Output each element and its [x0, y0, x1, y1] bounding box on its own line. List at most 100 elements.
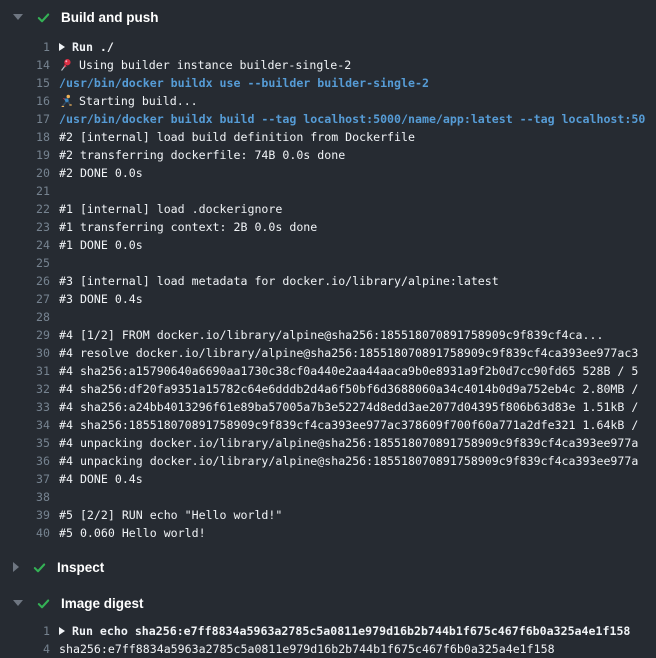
log-text: #1 DONE 0.0s — [59, 236, 143, 254]
log-text: #4 sha256:a24bb4013296f61e89ba57005a7b3e… — [59, 398, 638, 416]
log-text: sha256:e7ff8834a5963a2785c5a0811e979d16b… — [59, 640, 555, 658]
log-text: #4 sha256:df20fa9351a15782c64e6dddb2d4a6… — [59, 380, 638, 398]
line-number[interactable]: 21 — [0, 182, 50, 200]
chevron-down-icon[interactable] — [13, 14, 23, 20]
log-line[interactable]: 39 #5 [2/2] RUN echo "Hello world!" — [0, 506, 656, 524]
line-number[interactable]: 17 — [0, 110, 50, 128]
log-line[interactable]: 16 Starting build... — [0, 92, 656, 110]
line-number[interactable]: 1 — [0, 622, 50, 640]
section-title: Build and push — [61, 10, 159, 25]
section-header-inspect[interactable]: Inspect — [0, 556, 656, 578]
line-number[interactable]: 25 — [0, 254, 50, 272]
log-text: #3 DONE 0.4s — [59, 290, 143, 308]
log-line-text: #1 DONE 0.0s — [59, 236, 656, 254]
log-line[interactable]: 1 Run echo sha256:e7ff8834a5963a2785c5a0… — [0, 622, 656, 640]
line-number[interactable]: 29 — [0, 326, 50, 344]
line-number[interactable]: 26 — [0, 272, 50, 290]
log-line-text: #4 DONE 0.4s — [59, 470, 656, 488]
line-number[interactable]: 14 — [0, 56, 50, 74]
expander-triangle-icon[interactable] — [59, 627, 65, 635]
log-line[interactable]: 30 #4 resolve docker.io/library/alpine@s… — [0, 344, 656, 362]
chevron-down-icon[interactable] — [13, 600, 23, 606]
log-line[interactable]: 33 #4 sha256:a24bb4013296f61e89ba57005a7… — [0, 398, 656, 416]
line-number[interactable]: 39 — [0, 506, 50, 524]
log-text: /usr/bin/docker buildx build --tag local… — [59, 110, 645, 128]
section-header-build-and-push[interactable]: Build and push — [0, 6, 656, 28]
check-icon — [36, 596, 51, 611]
log-line[interactable]: 31 #4 sha256:a15790640a6690aa1730c38cf0a… — [0, 362, 656, 380]
line-number[interactable]: 20 — [0, 164, 50, 182]
line-number[interactable]: 22 — [0, 200, 50, 218]
log-line-text: /usr/bin/docker buildx use --builder bui… — [59, 74, 656, 92]
log-line[interactable]: 25 — [0, 254, 656, 272]
line-number[interactable]: 30 — [0, 344, 50, 362]
log-line[interactable]: 40 #5 0.060 Hello world! — [0, 524, 656, 542]
log-text: #2 transferring dockerfile: 74B 0.0s don… — [59, 146, 345, 164]
log-line[interactable]: 17 /usr/bin/docker buildx build --tag lo… — [0, 110, 656, 128]
log-line[interactable]: 14 Using builder instance builder-single… — [0, 56, 656, 74]
line-number[interactable]: 1 — [0, 38, 50, 56]
line-number[interactable]: 38 — [0, 488, 50, 506]
line-number[interactable]: 15 — [0, 74, 50, 92]
line-number[interactable]: 28 — [0, 308, 50, 326]
log-line-text: #4 unpacking docker.io/library/alpine@sh… — [59, 434, 656, 452]
log-text: #4 unpacking docker.io/library/alpine@sh… — [59, 452, 638, 470]
line-number[interactable]: 34 — [0, 416, 50, 434]
log-line[interactable]: 19 #2 transferring dockerfile: 74B 0.0s … — [0, 146, 656, 164]
section-header-image-digest[interactable]: Image digest — [0, 592, 656, 614]
log-line[interactable]: 24 #1 DONE 0.0s — [0, 236, 656, 254]
line-number[interactable]: 31 — [0, 362, 50, 380]
log-line-text: #4 [1/2] FROM docker.io/library/alpine@s… — [59, 326, 656, 344]
log-line[interactable]: 22 #1 [internal] load .dockerignore — [0, 200, 656, 218]
log-line[interactable]: 20 #2 DONE 0.0s — [0, 164, 656, 182]
log-line[interactable]: 18 #2 [internal] load build definition f… — [0, 128, 656, 146]
line-number[interactable]: 32 — [0, 380, 50, 398]
log-line[interactable]: 1 Run ./ — [0, 38, 656, 56]
log-line-text: #1 transferring context: 2B 0.0s done — [59, 218, 656, 236]
log-text: Using builder instance builder-single-2 — [79, 56, 351, 74]
log-line[interactable]: 27 #3 DONE 0.4s — [0, 290, 656, 308]
log-section-image-digest: Image digest 1 Run echo sha256:e7ff8834a… — [0, 592, 656, 658]
line-number[interactable]: 18 — [0, 128, 50, 146]
log-line[interactable]: 23 #1 transferring context: 2B 0.0s done — [0, 218, 656, 236]
log-line[interactable]: 15 /usr/bin/docker buildx use --builder … — [0, 74, 656, 92]
log-line[interactable]: 26 #3 [internal] load metadata for docke… — [0, 272, 656, 290]
log-text: #4 DONE 0.4s — [59, 470, 143, 488]
log-line[interactable]: 34 #4 sha256:185518070891758909c9f839cf4… — [0, 416, 656, 434]
chevron-right-icon[interactable] — [13, 562, 19, 572]
line-number[interactable]: 27 — [0, 290, 50, 308]
log-line-text: #2 transferring dockerfile: 74B 0.0s don… — [59, 146, 656, 164]
log-line-text: #5 [2/2] RUN echo "Hello world!" — [59, 506, 656, 524]
log-line-text: #3 DONE 0.4s — [59, 290, 656, 308]
log-line[interactable]: 37 #4 DONE 0.4s — [0, 470, 656, 488]
log-line[interactable]: 28 — [0, 308, 656, 326]
log-line[interactable]: 29 #4 [1/2] FROM docker.io/library/alpin… — [0, 326, 656, 344]
log-line-text: #4 sha256:a15790640a6690aa1730c38cf0a440… — [59, 362, 656, 380]
log-line-text: #4 sha256:df20fa9351a15782c64e6dddb2d4a6… — [59, 380, 656, 398]
log-line[interactable]: 4 sha256:e7ff8834a5963a2785c5a0811e979d1… — [0, 640, 656, 658]
log-text: #1 [internal] load .dockerignore — [59, 200, 282, 218]
line-number[interactable]: 40 — [0, 524, 50, 542]
log-line-text: #3 [internal] load metadata for docker.i… — [59, 272, 656, 290]
line-number[interactable]: 37 — [0, 470, 50, 488]
log-line[interactable]: 38 — [0, 488, 656, 506]
log-line-text: Run ./ — [59, 38, 656, 56]
log-line-text: Starting build... — [59, 92, 656, 110]
log-line[interactable]: 36 #4 unpacking docker.io/library/alpine… — [0, 452, 656, 470]
line-number[interactable]: 23 — [0, 218, 50, 236]
line-number[interactable]: 4 — [0, 640, 50, 658]
log-line[interactable]: 32 #4 sha256:df20fa9351a15782c64e6dddb2d… — [0, 380, 656, 398]
log-text: #3 [internal] load metadata for docker.i… — [59, 272, 499, 290]
log-line[interactable]: 21 — [0, 182, 656, 200]
expander-triangle-icon[interactable] — [59, 43, 65, 51]
line-number[interactable]: 24 — [0, 236, 50, 254]
line-number[interactable]: 36 — [0, 452, 50, 470]
log-text: /usr/bin/docker buildx use --builder bui… — [59, 74, 429, 92]
log-line[interactable]: 35 #4 unpacking docker.io/library/alpine… — [0, 434, 656, 452]
line-number[interactable]: 16 — [0, 92, 50, 110]
log-line-text: #1 [internal] load .dockerignore — [59, 200, 656, 218]
log-block: 1 Run echo sha256:e7ff8834a5963a2785c5a0… — [0, 614, 656, 658]
line-number[interactable]: 33 — [0, 398, 50, 416]
line-number[interactable]: 35 — [0, 434, 50, 452]
line-number[interactable]: 19 — [0, 146, 50, 164]
